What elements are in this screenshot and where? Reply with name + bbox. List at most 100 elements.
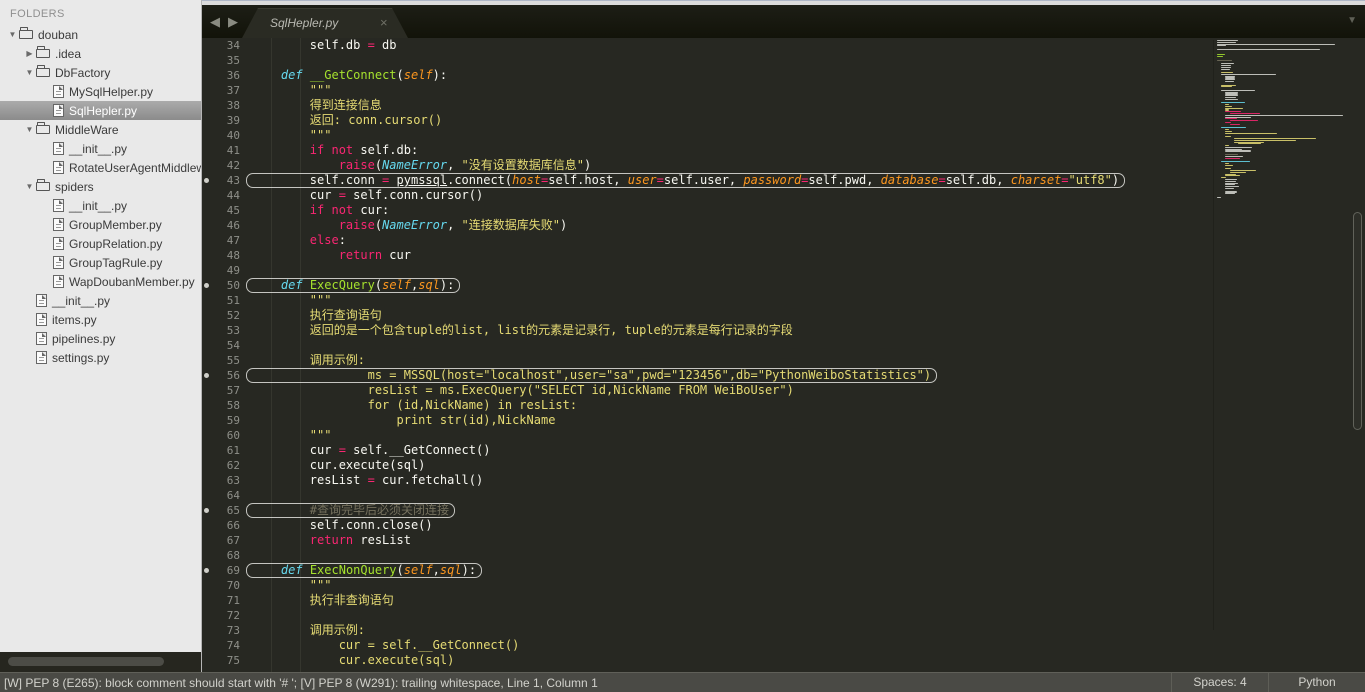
tree-item-dbfactory[interactable]: ▼ DbFactory — [0, 63, 201, 82]
gutter-dot-slot — [202, 458, 214, 473]
tab-overflow-icon[interactable]: ▼ — [1347, 15, 1357, 26]
tree-item--init-py[interactable]: __init__.py — [0, 291, 201, 310]
code-line-67[interactable]: 67 return resList — [202, 533, 1213, 548]
line-number: 70 — [226, 579, 240, 592]
code-line-56[interactable]: 56 ms = MSSQL(host="localhost",user="sa"… — [202, 368, 1213, 383]
code-line-54[interactable]: 54 — [202, 338, 1213, 353]
code-line-66[interactable]: 66 self.conn.close() — [202, 518, 1213, 533]
code-line-55[interactable]: 55 调用示例: — [202, 353, 1213, 368]
tree-item-sqlhepler-py[interactable]: SqlHepler.py — [0, 101, 201, 120]
gutter-dot-slot — [202, 218, 214, 233]
code-line-65[interactable]: 65 #查询完毕后必须关闭连接 — [202, 503, 1213, 518]
tab-scroll-left-icon[interactable]: ◀ — [210, 14, 220, 30]
tab-scroll-right-icon[interactable]: ▶ — [228, 14, 238, 30]
code-line-40[interactable]: 40 """ — [202, 128, 1213, 143]
editor-vscrollbar-thumb[interactable] — [1353, 212, 1362, 430]
tree-item-middleware[interactable]: ▼ MiddleWare — [0, 120, 201, 139]
tree-item-groupmember-py[interactable]: GroupMember.py — [0, 215, 201, 234]
code-line-52[interactable]: 52 执行查询语句 — [202, 308, 1213, 323]
gutter: 53 — [202, 323, 240, 338]
gutter-dot-slot — [202, 413, 214, 428]
gutter: 75 — [202, 653, 240, 668]
collapse-triangle-icon[interactable]: ▼ — [23, 125, 36, 134]
tree-item-grouptagrule-py[interactable]: GroupTagRule.py — [0, 253, 201, 272]
code-line-53[interactable]: 53 返回的是一个包含tuple的list, list的元素是记录行, tupl… — [202, 323, 1213, 338]
code-line-34[interactable]: 34 self.db = db — [202, 38, 1213, 53]
code-line-51[interactable]: 51 """ — [202, 293, 1213, 308]
code-line-37[interactable]: 37 """ — [202, 83, 1213, 98]
tree-item-pipelines-py[interactable]: pipelines.py — [0, 329, 201, 348]
code-line-46[interactable]: 46 raise(NameError, "连接数据库失败") — [202, 218, 1213, 233]
tree-item-spiders[interactable]: ▼ spiders — [0, 177, 201, 196]
code-line-58[interactable]: 58 for (id,NickName) in resList: — [202, 398, 1213, 413]
tree-item-grouprelation-py[interactable]: GroupRelation.py — [0, 234, 201, 253]
code-editor[interactable]: 34 self.db = db 35 36 def __GetConnect(sel… — [202, 38, 1213, 672]
code-line-39[interactable]: 39 返回: conn.cursor() — [202, 113, 1213, 128]
gutter-dot-slot — [202, 593, 214, 608]
code-line-45[interactable]: 45 if not cur: — [202, 203, 1213, 218]
code-line-35[interactable]: 35 — [202, 53, 1213, 68]
code-line-75[interactable]: 75 cur.execute(sql) — [202, 653, 1213, 668]
code-line-57[interactable]: 57 resList = ms.ExecQuery("SELECT id,Nic… — [202, 383, 1213, 398]
tree-item-rotateuseragentmiddlew[interactable]: RotateUserAgentMiddlew — [0, 158, 201, 177]
code-line-49[interactable]: 49 — [202, 263, 1213, 278]
lint-mark-icon — [202, 278, 214, 293]
line-number: 68 — [226, 549, 240, 562]
code-line-44[interactable]: 44 cur = self.conn.cursor() — [202, 188, 1213, 203]
tree-item--init-py[interactable]: __init__.py — [0, 139, 201, 158]
collapse-triangle-icon[interactable]: ▼ — [23, 68, 36, 77]
code-line-38[interactable]: 38 得到连接信息 — [202, 98, 1213, 113]
code-text: 执行查询语句 — [252, 308, 382, 322]
gutter: 72 — [202, 608, 240, 623]
line-number: 43 — [226, 174, 240, 187]
tree-item--idea[interactable]: ▶ .idea — [0, 44, 201, 63]
code-line-48[interactable]: 48 return cur — [202, 248, 1213, 263]
code-line-74[interactable]: 74 cur = self.__GetConnect() — [202, 638, 1213, 653]
code-line-60[interactable]: 60 """ — [202, 428, 1213, 443]
code-line-62[interactable]: 62 cur.execute(sql) — [202, 458, 1213, 473]
code-line-72[interactable]: 72 — [202, 608, 1213, 623]
gutter: 43 — [202, 173, 240, 188]
gutter-dot-slot — [202, 338, 214, 353]
tab-close-icon[interactable]: × — [380, 15, 388, 30]
tree-item-douban[interactable]: ▼ douban — [0, 25, 201, 44]
code-line-63[interactable]: 63 resList = cur.fetchall() — [202, 473, 1213, 488]
code-text: """ — [252, 83, 332, 97]
code-line-61[interactable]: 61 cur = self.__GetConnect() — [202, 443, 1213, 458]
code-line-71[interactable]: 71 执行非查询语句 — [202, 593, 1213, 608]
code-line-41[interactable]: 41 if not self.db: — [202, 143, 1213, 158]
tree-item-wapdoubanmember-py[interactable]: WapDoubanMember.py — [0, 272, 201, 291]
code-line-47[interactable]: 47 else: — [202, 233, 1213, 248]
minimap-row — [1225, 80, 1234, 83]
code-line-43[interactable]: 43 self.conn = pymssql.connect(host=self… — [202, 173, 1213, 188]
code-line-70[interactable]: 70 """ — [202, 578, 1213, 593]
code-line-73[interactable]: 73 调用示例: — [202, 623, 1213, 638]
gutter: 48 — [202, 248, 240, 263]
code-line-69[interactable]: 69 def ExecNonQuery(self,sql): — [202, 563, 1213, 578]
tree-item-items-py[interactable]: items.py — [0, 310, 201, 329]
code-line-36[interactable]: 36 def __GetConnect(self): — [202, 68, 1213, 83]
code-line-64[interactable]: 64 — [202, 488, 1213, 503]
lint-status-message: [W] PEP 8 (E265): block comment should s… — [4, 675, 598, 690]
code-line-50[interactable]: 50 def ExecQuery(self,sql): — [202, 278, 1213, 293]
line-number: 35 — [226, 54, 240, 67]
tree-item-mysqlhelper-py[interactable]: MySqlHelper.py — [0, 82, 201, 101]
minimap[interactable] — [1213, 40, 1347, 630]
syntax-setting[interactable]: Python — [1268, 673, 1365, 692]
code-text: raise(NameError, "没有设置数据库信息") — [338, 158, 592, 172]
code-line-59[interactable]: 59 print str(id),NickName — [202, 413, 1213, 428]
gutter: 37 — [202, 83, 240, 98]
sidebar-hscrollbar-thumb[interactable] — [8, 657, 164, 666]
tree-item--init-py[interactable]: __init__.py — [0, 196, 201, 215]
code-line-68[interactable]: 68 — [202, 548, 1213, 563]
gutter: 41 — [202, 143, 240, 158]
line-number: 63 — [226, 474, 240, 487]
indent-setting[interactable]: Spaces: 4 — [1171, 673, 1268, 692]
collapse-triangle-icon[interactable]: ▼ — [6, 30, 19, 39]
collapse-triangle-icon[interactable]: ▼ — [23, 182, 36, 191]
tab-sqlhepler[interactable]: SqlHepler.py × — [242, 8, 408, 38]
tree-item-settings-py[interactable]: settings.py — [0, 348, 201, 367]
code-text: resList = ms.ExecQuery("SELECT id,NickNa… — [252, 383, 794, 397]
expand-triangle-icon[interactable]: ▶ — [23, 49, 36, 58]
code-line-42[interactable]: 42 raise(NameError, "没有设置数据库信息") — [202, 158, 1213, 173]
